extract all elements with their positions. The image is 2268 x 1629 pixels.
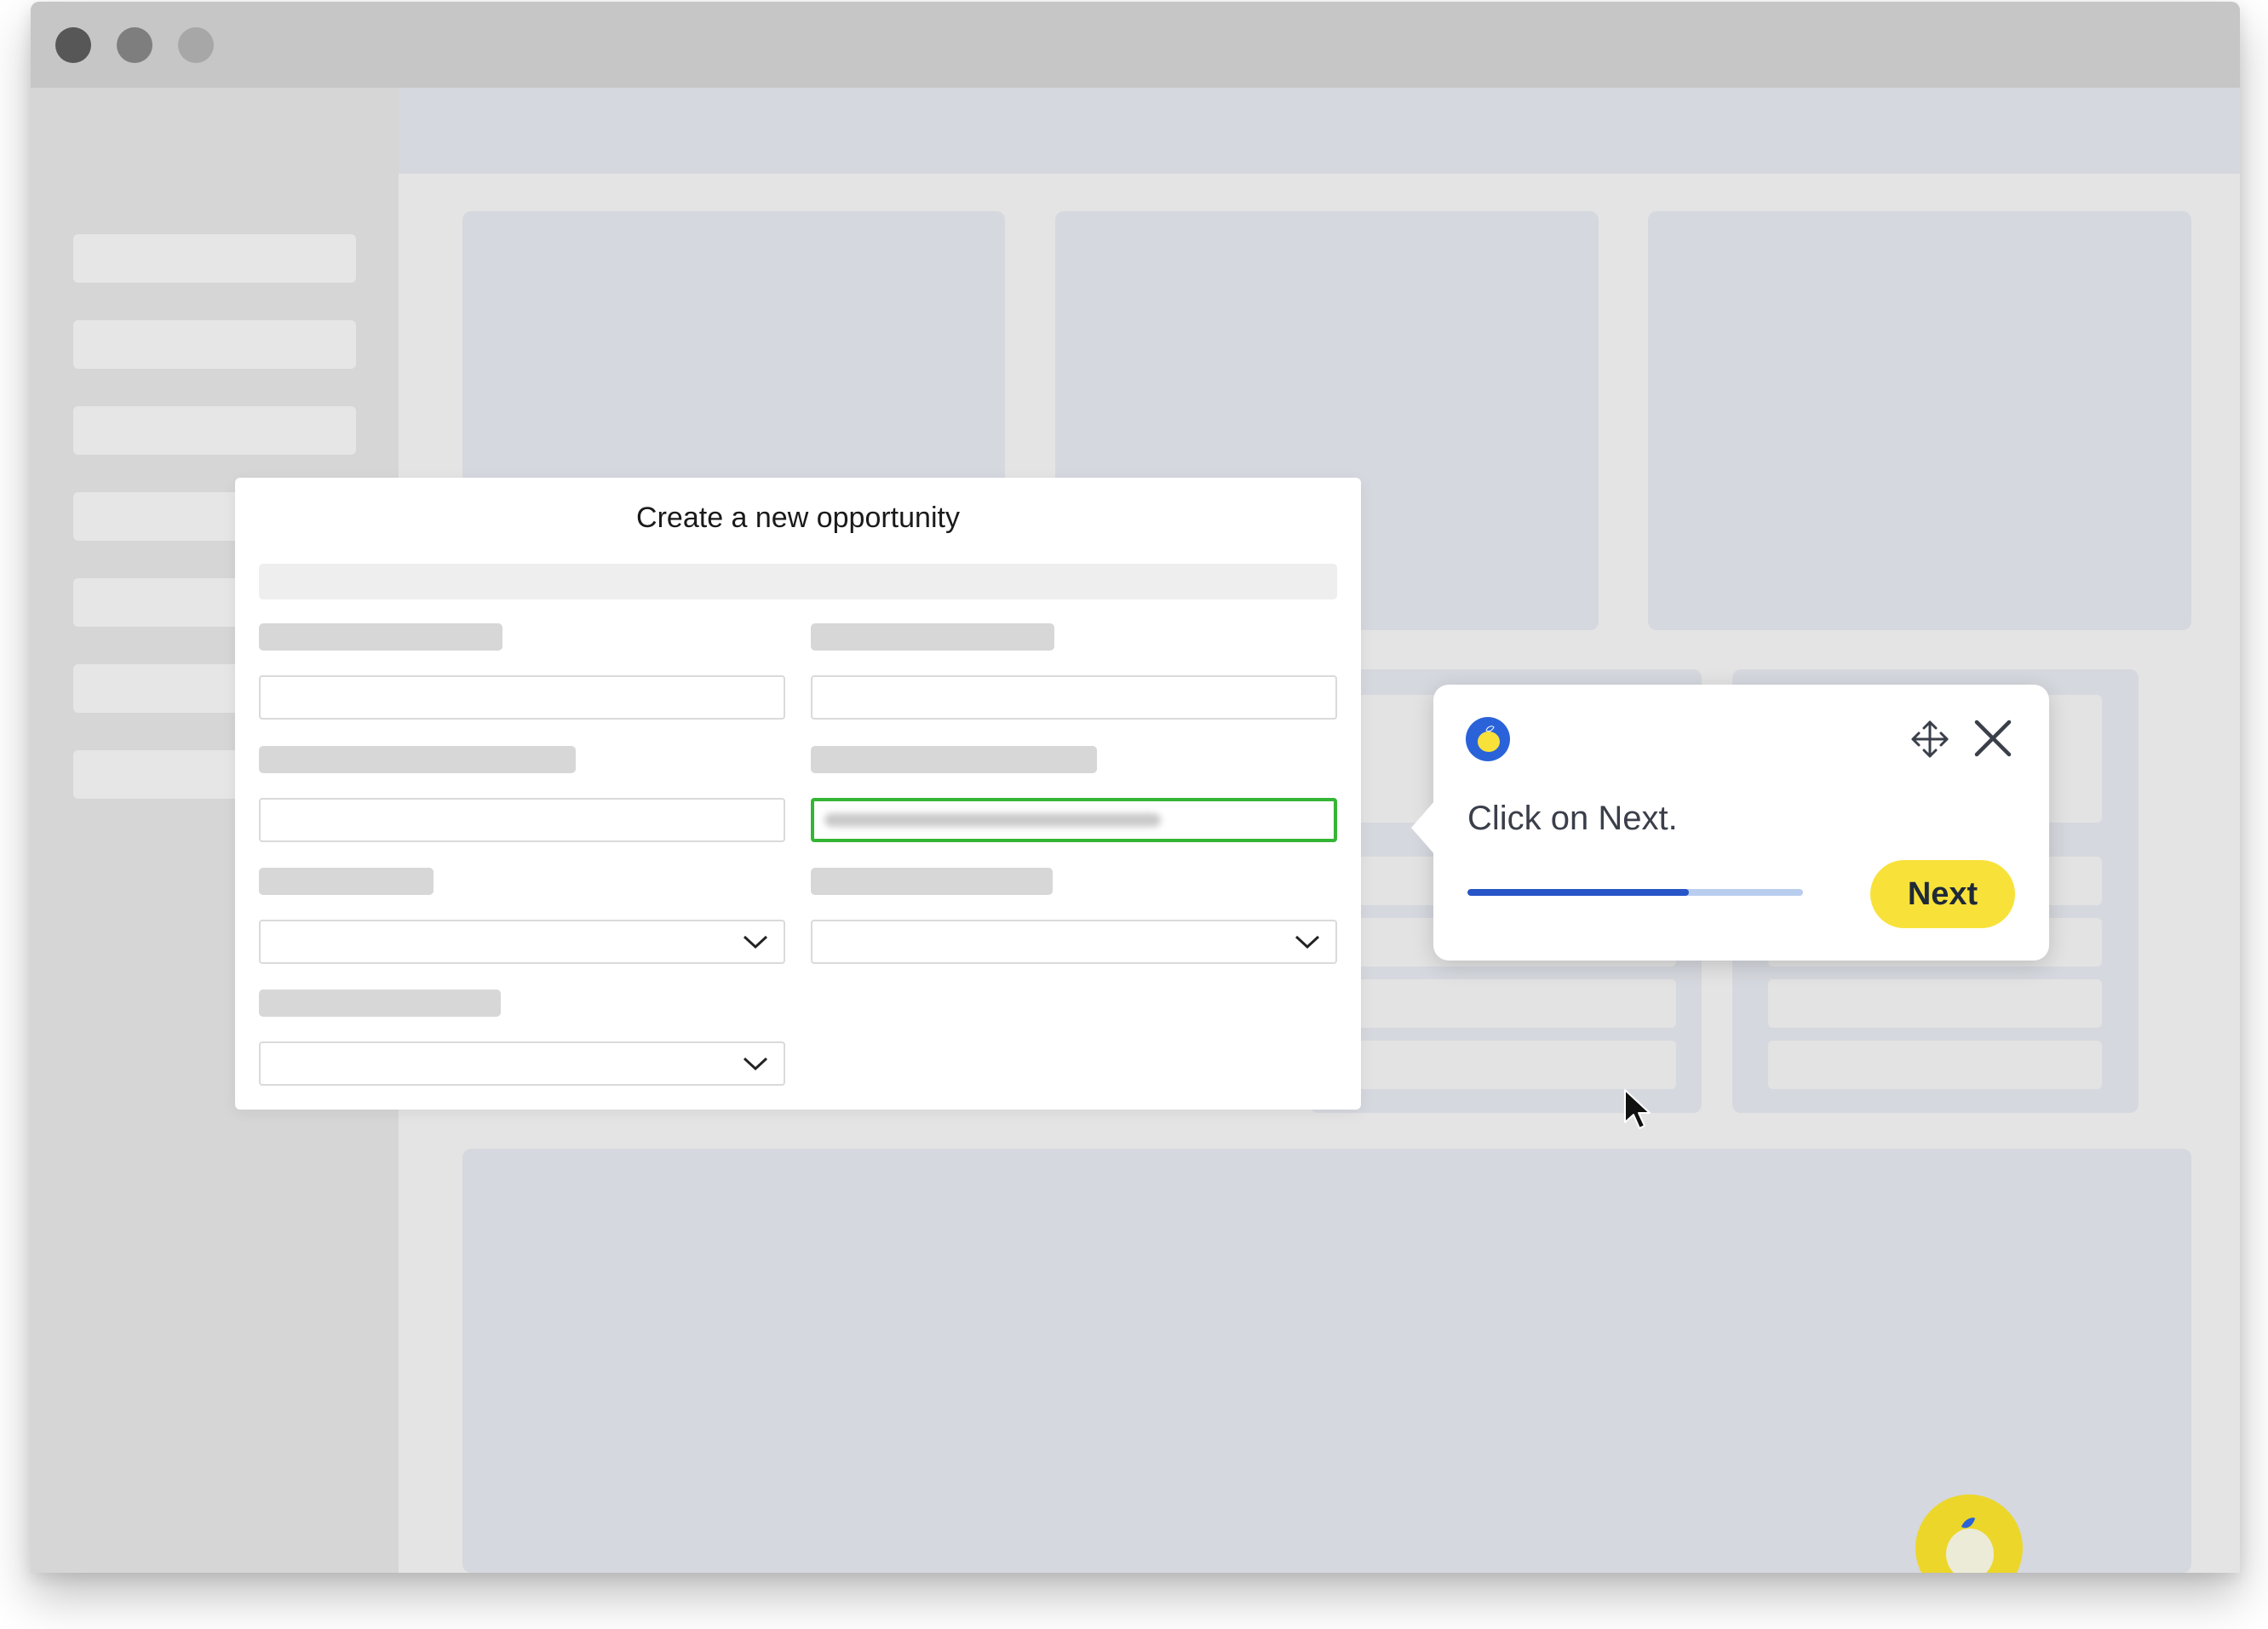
blurred-input-value <box>824 813 1161 827</box>
window-close-dot[interactable] <box>55 27 91 63</box>
top-header-bar <box>399 88 2240 174</box>
window-maximize-dot[interactable] <box>178 27 214 63</box>
tooltip-pointer <box>1411 800 1435 855</box>
field-label <box>811 868 1053 895</box>
move-icon[interactable] <box>1909 719 1950 760</box>
field-label <box>811 746 1097 773</box>
next-button[interactable]: Next <box>1870 860 2015 928</box>
progress-bar <box>1467 889 1803 896</box>
modal-title: Create a new opportunity <box>636 502 960 534</box>
field-label <box>259 623 502 651</box>
tooltip-instruction: Click on Next. <box>1467 800 1678 837</box>
placeholder-row <box>1768 1041 2102 1089</box>
guide-launcher-button[interactable] <box>1914 1493 2024 1573</box>
close-icon[interactable] <box>1972 717 2014 760</box>
mouse-pointer-icon <box>1624 1089 1651 1129</box>
chevron-down-icon <box>743 1057 768 1071</box>
create-opportunity-modal: Create a new opportunity <box>235 478 1361 1110</box>
field-label <box>259 746 576 773</box>
lemon-launcher-icon <box>1915 1494 2023 1573</box>
chevron-down-icon <box>743 935 768 949</box>
window-minimize-dot[interactable] <box>117 27 152 63</box>
chevron-down-icon <box>1295 935 1320 949</box>
guide-tooltip: Click on Next. Next <box>1411 685 2049 961</box>
dropdown-select[interactable] <box>259 920 785 964</box>
highlighted-input[interactable] <box>811 798 1337 842</box>
text-input[interactable] <box>811 675 1337 720</box>
dropdown-select[interactable] <box>811 920 1337 964</box>
sidebar-item[interactable] <box>73 406 356 455</box>
field-label <box>259 989 501 1017</box>
progress-bar-fill <box>1467 889 1690 896</box>
sidebar-item[interactable] <box>73 234 356 283</box>
text-input[interactable] <box>259 798 785 842</box>
dashboard-card <box>1648 211 2191 630</box>
field-label <box>811 623 1054 651</box>
field-label <box>259 868 434 895</box>
placeholder-row <box>1768 979 2102 1028</box>
text-input[interactable] <box>259 675 785 720</box>
sidebar-item[interactable] <box>73 320 356 369</box>
placeholder-row <box>1344 979 1676 1028</box>
window-titlebar <box>31 2 2240 88</box>
placeholder-banner <box>259 564 1337 599</box>
dropdown-select[interactable] <box>259 1041 785 1086</box>
lemon-logo-icon <box>1466 717 1510 761</box>
placeholder-row <box>1344 1041 1676 1089</box>
